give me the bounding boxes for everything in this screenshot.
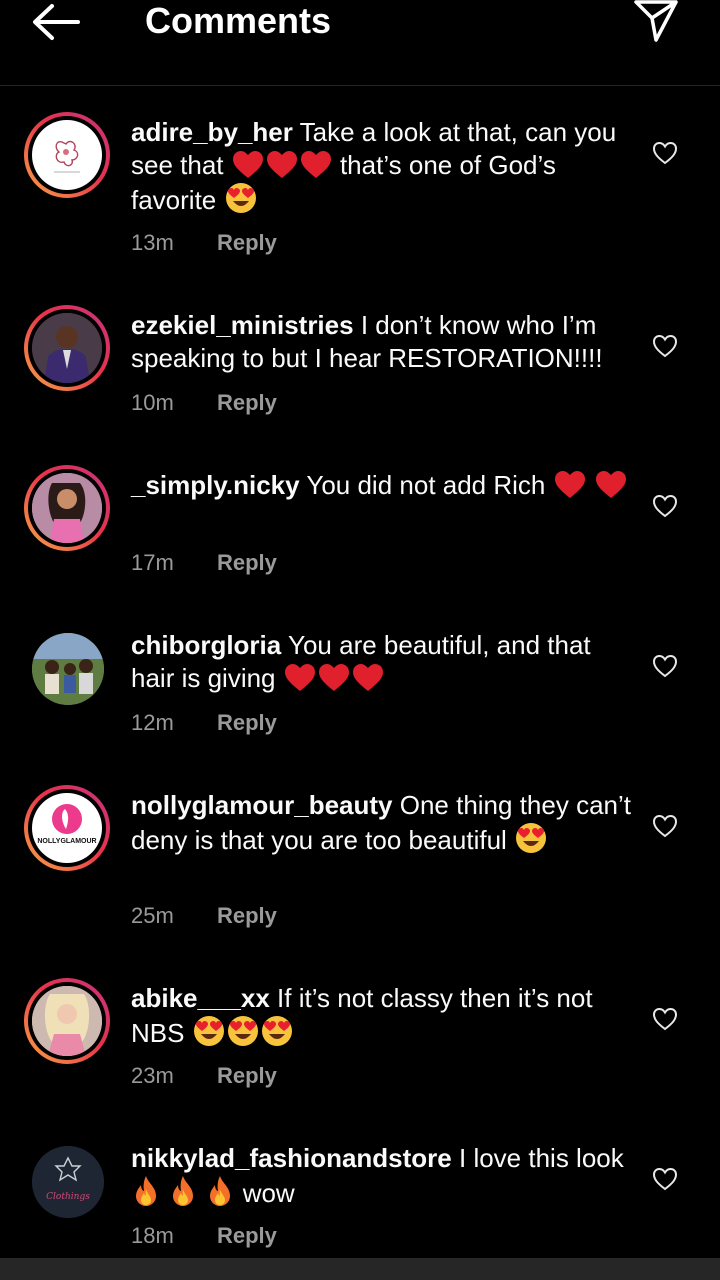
fire-emoji [206,1175,234,1207]
comment-text: chiborgloria You are beautiful, and that… [131,630,591,693]
comment-time: 18m [131,1223,174,1248]
nollyglamour-logo-text: NOLLYGLAMOUR [37,838,97,845]
reply-button[interactable]: Reply [217,1063,277,1089]
comment-text: abike___xx If it’s not classy then it’s … [131,983,593,1048]
comment-time: 13m [131,230,174,255]
header: Comments [0,0,720,86]
comment-text: _simply.nicky You did not add Rich [131,469,631,502]
comment-text: nollyglamour_beauty One thing they can’t… [131,790,631,855]
comment-username[interactable]: abike___xx [131,983,270,1013]
heart-icon[interactable] [652,141,678,165]
red-heart-emoji [284,664,316,692]
red-heart-emoji [300,151,332,179]
comment-time: 10m [131,390,174,415]
arrow-left-icon[interactable] [30,2,82,42]
fire-emoji [169,1175,197,1207]
reply-button[interactable]: Reply [217,230,277,256]
red-heart-emoji [318,664,350,692]
reply-button[interactable]: Reply [217,1223,277,1249]
heart-icon[interactable] [652,334,678,358]
comment-time: 12m [131,710,174,735]
heart-eyes-emoji [193,1015,225,1047]
heart-eyes-emoji [261,1015,293,1047]
heart-icon[interactable] [652,814,678,838]
comment-time: 17m [131,550,174,575]
red-heart-emoji [352,664,384,692]
comment-time: 23m [131,1063,174,1088]
reply-button[interactable]: Reply [217,390,277,416]
comment-input-bar[interactable] [0,1258,720,1280]
comment-username[interactable]: adire_by_her [131,117,293,147]
red-heart-emoji [232,151,264,179]
red-heart-emoji [595,471,627,499]
comment-username[interactable]: nikkylad_fashionandstore [131,1143,452,1173]
avatar[interactable]: NOLLYGLAMOUR [24,785,110,871]
comment-text: ezekiel_ministries I don’t know who I’m … [131,310,603,373]
red-heart-emoji [266,151,298,179]
heart-icon[interactable] [652,654,678,678]
heart-eyes-emoji [227,1015,259,1047]
page-title: Comments [145,0,332,41]
heart-icon[interactable] [652,1007,678,1031]
comment-username[interactable]: _simply.nicky [131,470,300,500]
red-heart-emoji [554,471,586,499]
avatar[interactable] [24,978,110,1064]
comment-time: 25m [131,903,174,928]
heart-icon[interactable] [652,494,678,518]
nikkylad-logo-text: Clothings [46,1192,90,1202]
reply-button[interactable]: Reply [217,550,277,576]
heart-eyes-emoji [515,822,547,854]
heart-eyes-emoji [225,182,257,214]
reply-button[interactable]: Reply [217,710,277,736]
paper-plane-icon[interactable] [632,0,680,44]
avatar[interactable] [24,112,110,198]
comment-text: adire_by_her Take a look at that, can yo… [131,117,617,215]
comment-username[interactable]: ezekiel_ministries [131,310,354,340]
comment-username[interactable]: nollyglamour_beauty [131,790,393,820]
heart-icon[interactable] [652,1167,678,1191]
avatar[interactable]: Clothings [32,1146,104,1218]
avatar[interactable] [24,465,110,551]
fire-emoji [132,1175,160,1207]
comment-text: nikkylad_fashionandstore I love this loo… [131,1143,624,1208]
avatar[interactable] [32,633,104,705]
reply-button[interactable]: Reply [217,903,277,929]
avatar[interactable] [24,305,110,391]
comment-username[interactable]: chiborgloria [131,630,281,660]
